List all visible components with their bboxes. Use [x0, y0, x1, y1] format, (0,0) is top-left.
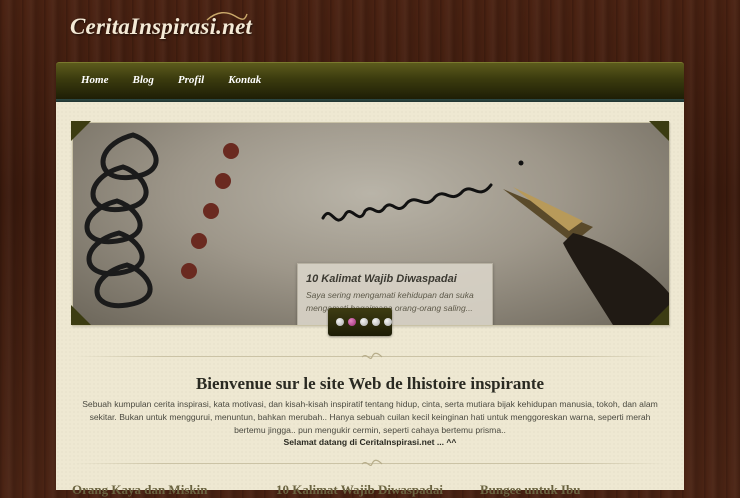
main-content: 10 Kalimat Wajib Diwaspadai Saya sering … [56, 102, 684, 497]
nav-profil[interactable]: Profil [178, 63, 204, 97]
post-teaser-title[interactable]: Orang Kaya dan Miskin [72, 482, 262, 498]
featured-slider[interactable]: 10 Kalimat Wajib Diwaspadai Saya sering … [72, 122, 670, 326]
nav-kontak[interactable]: Kontak [228, 63, 261, 97]
welcome-greeting: Selamat datang di CeritaInspirasi.net ..… [283, 437, 457, 447]
divider-ornament-icon [361, 459, 383, 467]
divider-ornament-icon [361, 352, 383, 360]
slide-caption[interactable]: 10 Kalimat Wajib Diwaspadai Saya sering … [297, 263, 493, 325]
slider-dot-5[interactable] [384, 318, 392, 326]
section-divider [74, 352, 666, 362]
welcome-title: Bienvenue sur le site Web de lhistoire i… [195, 374, 545, 393]
slider-dot-1[interactable] [336, 318, 344, 326]
slider-dot-4[interactable] [372, 318, 380, 326]
welcome-text: Sebuah kumpulan cerita inspirasi, kata m… [82, 399, 658, 435]
section-divider [74, 459, 666, 469]
nav-blog[interactable]: Blog [133, 63, 154, 97]
nav-home[interactable]: Home [81, 63, 109, 97]
slide-caption-title[interactable]: 10 Kalimat Wajib Diwaspadai [306, 273, 484, 285]
slider-pager [328, 308, 392, 336]
post-teaser-title[interactable]: Bungee untuk Ibu [480, 482, 670, 498]
main-navigation: Home Blog Profil Kontak [56, 62, 684, 103]
post-teaser-title[interactable]: 10 Kalimat Wajib Diwaspadai [276, 482, 466, 498]
slider-dot-3[interactable] [360, 318, 368, 326]
slider-dot-2[interactable] [348, 318, 356, 326]
logo-swash-icon [206, 11, 248, 21]
